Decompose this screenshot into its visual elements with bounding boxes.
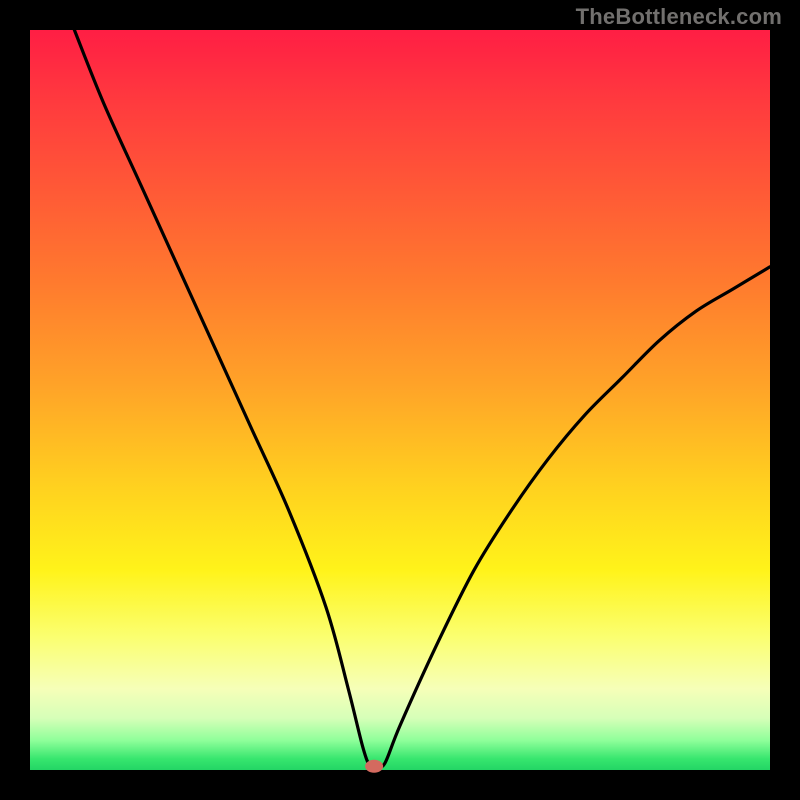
optimum-marker <box>365 760 383 773</box>
chart-frame: TheBottleneck.com <box>0 0 800 800</box>
plot-area <box>30 30 770 770</box>
curve-layer <box>30 30 770 770</box>
bottleneck-curve <box>74 30 770 768</box>
attribution-text: TheBottleneck.com <box>576 4 782 30</box>
